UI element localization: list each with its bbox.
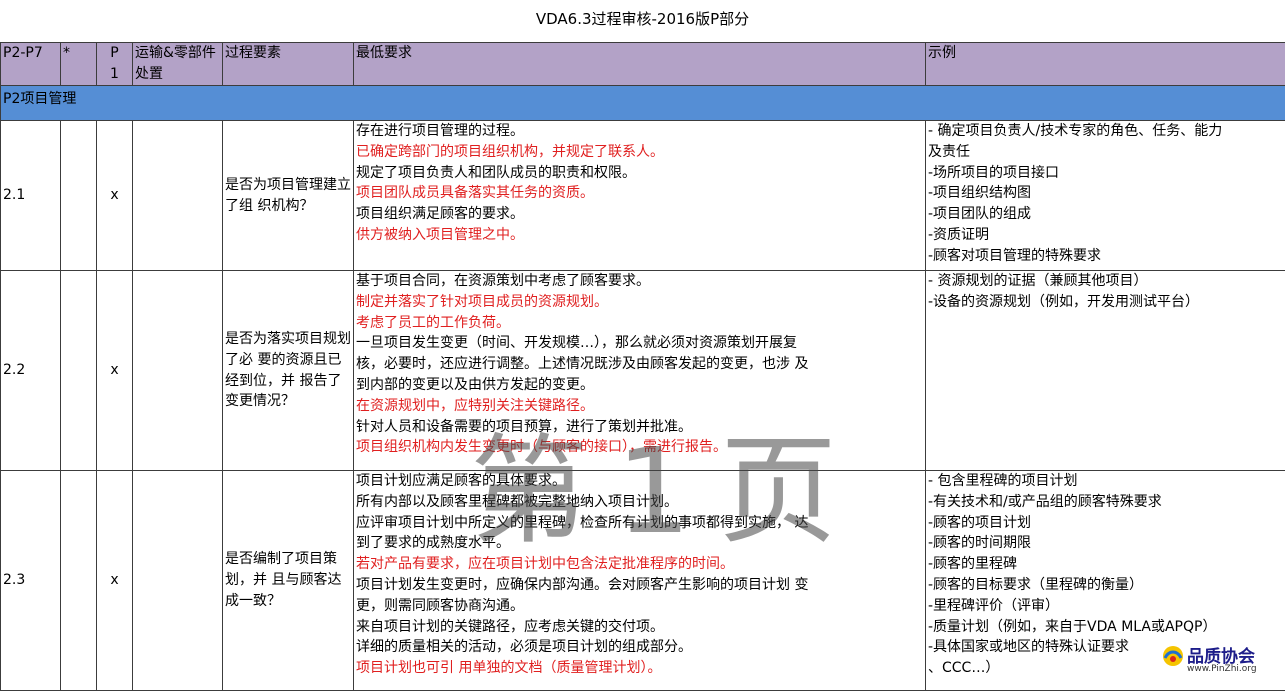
table-row: 2.3 x 是否编制了项目策划，并 且与顾客达成一致？ 项目计划应满足顾客的具体… xyxy=(1,471,1285,691)
requirement-line: 考虑了员工的工作负荷。 xyxy=(356,313,923,334)
example-line: -设备的资源规划（例如，开发用测试平台） xyxy=(928,292,1285,313)
row-examples[interactable]: - 资源规划的证据（兼顾其他项目） -设备的资源规划（例如，开发用测试平台） xyxy=(926,271,1285,471)
requirement-line: 供方被纳入项目管理之中。 xyxy=(356,225,923,246)
row-star[interactable] xyxy=(61,121,97,271)
pinzhi-logo-icon xyxy=(1161,644,1185,668)
requirement-line: 所有内部以及顾客里程碑都被完整地纳入项目计划。 xyxy=(356,492,923,513)
example-line: -顾客的里程碑 xyxy=(928,554,1285,575)
row-star[interactable] xyxy=(61,471,97,691)
requirement-line: 应评审项目计划中所定义的里程碑，检查所有计划的事项都得到实施， 达 xyxy=(356,513,923,534)
header-row: P2-P7 * P 1 运输&零部件处置 过程要素 最低要求 示例 xyxy=(1,43,1285,86)
requirement-line: 若对产品有要求，应在项目计划中包含法定批准程序的时间。 xyxy=(356,554,923,575)
example-line: - 资源规划的证据（兼顾其他项目） xyxy=(928,271,1285,292)
requirement-line: 一旦项目发生变更（时间、开发规模…），那么就必须对资源策划开展复 xyxy=(356,333,923,354)
row-id[interactable]: 2.3 xyxy=(1,471,61,691)
row-requirements[interactable]: 存在进行项目管理的过程。 已确定跨部门的项目组织机构，并规定了联系人。 规定了项… xyxy=(354,121,926,271)
row-id[interactable]: 2.1 xyxy=(1,121,61,271)
requirement-line: 来自项目计划的关键路径，应考虑关键的交付项。 xyxy=(356,617,923,638)
example-line: -资质证明 xyxy=(928,225,1285,246)
table-row: 2.2 x 是否为落实项目规划了必 要的资源且已经到位，并 报告了变更情况？ 基… xyxy=(1,271,1285,471)
row-id[interactable]: 2.2 xyxy=(1,271,61,471)
header-element[interactable]: 过程要素 xyxy=(223,43,354,86)
sheet-title: VDA6.3过程审核-2016版P部分 xyxy=(0,0,1285,43)
requirement-line: 项目组织满足顾客的要求。 xyxy=(356,204,923,225)
example-line: -顾客的时间期限 xyxy=(928,533,1285,554)
row-p1-mark[interactable]: x xyxy=(97,471,133,691)
example-line: -场所项目的项目接口 xyxy=(928,163,1285,184)
header-transport[interactable]: 运输&零部件处置 xyxy=(133,43,223,86)
example-line: - 确定项目负责人/技术专家的角色、任务、能力 xyxy=(928,121,1285,142)
requirement-line: 项目计划应满足顾客的具体要求。 xyxy=(356,471,923,492)
logo-url: www.PinZhi.org xyxy=(1187,664,1257,674)
audit-table: P2-P7 * P 1 运输&零部件处置 过程要素 最低要求 示例 P2项目管理… xyxy=(0,42,1285,691)
example-line: 及责任 xyxy=(928,142,1285,163)
requirement-line: 项目组织机构内发生变更时（与顾客的接口），需进行报告。 xyxy=(356,437,923,458)
requirement-line: 项目计划发生变更时，应确保内部沟通。会对顾客产生影响的项目计划 变 xyxy=(356,575,923,596)
row-p1-mark[interactable]: x xyxy=(97,271,133,471)
requirement-line: 项目计划也可引 用单独的文档（质量管理计划）。 xyxy=(356,658,923,679)
requirement-line: 已确定跨部门的项目组织机构，并规定了联系人。 xyxy=(356,142,923,163)
row-p1-mark[interactable]: x xyxy=(97,121,133,271)
example-line: -有关技术和/或产品组的顾客特殊要求 xyxy=(928,492,1285,513)
row-requirements[interactable]: 项目计划应满足顾客的具体要求。 所有内部以及顾客里程碑都被完整地纳入项目计划。 … xyxy=(354,471,926,691)
example-line: -项目团队的组成 xyxy=(928,204,1285,225)
row-examples[interactable]: - 确定项目负责人/技术专家的角色、任务、能力 及责任 -场所项目的项目接口 -… xyxy=(926,121,1285,271)
row-requirements[interactable]: 基于项目合同，在资源策划中考虑了顾客要求。 制定并落实了针对项目成员的资源规划。… xyxy=(354,271,926,471)
example-line: - 包含里程碑的项目计划 xyxy=(928,471,1285,492)
requirement-line: 项目团队成员具备落实其任务的资质。 xyxy=(356,183,923,204)
requirement-line: 核，必要时，还应进行调整。上述情况既涉及由顾客发起的变更，也涉 及 xyxy=(356,354,923,375)
requirement-line: 基于项目合同，在资源策划中考虑了顾客要求。 xyxy=(356,271,923,292)
requirement-line: 在资源规划中，应特别关注关键路径。 xyxy=(356,396,923,417)
row-question[interactable]: 是否编制了项目策划，并 且与顾客达成一致？ xyxy=(223,471,354,691)
requirement-line: 针对人员和设备需要的项目预算，进行了策划并批准。 xyxy=(356,417,923,438)
requirement-line: 更，则需同顾客协商沟通。 xyxy=(356,596,923,617)
example-line: -顾客对项目管理的特殊要求 xyxy=(928,246,1285,267)
row-question[interactable]: 是否为项目管理建立了组 织机构？ xyxy=(223,121,354,271)
example-line: -里程碑评价（评审） xyxy=(928,596,1285,617)
section-title[interactable]: P2项目管理 xyxy=(1,86,1285,121)
row-star[interactable] xyxy=(61,271,97,471)
header-star[interactable]: * xyxy=(61,43,97,86)
row-question[interactable]: 是否为落实项目规划了必 要的资源且已经到位，并 报告了变更情况？ xyxy=(223,271,354,471)
header-p-range[interactable]: P2-P7 xyxy=(1,43,61,86)
row-transport[interactable] xyxy=(133,271,223,471)
table-row: 2.1 x 是否为项目管理建立了组 织机构？ 存在进行项目管理的过程。 已确定跨… xyxy=(1,121,1285,271)
requirement-line: 规定了项目负责人和团队成员的职责和权限。 xyxy=(356,163,923,184)
example-line: -项目组织结构图 xyxy=(928,183,1285,204)
requirement-line: 制定并落实了针对项目成员的资源规划。 xyxy=(356,292,923,313)
header-min-req[interactable]: 最低要求 xyxy=(354,43,926,86)
requirement-line: 到了要求的成熟度水平。 xyxy=(356,533,923,554)
example-line: -顾客的项目计划 xyxy=(928,513,1285,534)
example-line: -顾客的目标要求（里程碑的衡量） xyxy=(928,575,1285,596)
row-transport[interactable] xyxy=(133,471,223,691)
header-p1[interactable]: P 1 xyxy=(97,43,133,86)
pinzhi-logo: 品质协会 www.PinZhi.org xyxy=(1157,640,1285,681)
requirement-line: 存在进行项目管理的过程。 xyxy=(356,121,923,142)
header-example[interactable]: 示例 xyxy=(926,43,1285,86)
section-row: P2项目管理 xyxy=(1,86,1285,121)
example-line: -质量计划（例如，来自于VDA MLA或APQP） xyxy=(928,617,1285,638)
row-transport[interactable] xyxy=(133,121,223,271)
requirement-line: 到内部的变更以及由供方发起的变更。 xyxy=(356,375,923,396)
requirement-line: 详细的质量相关的活动，必须是项目计划的组成部分。 xyxy=(356,637,923,658)
